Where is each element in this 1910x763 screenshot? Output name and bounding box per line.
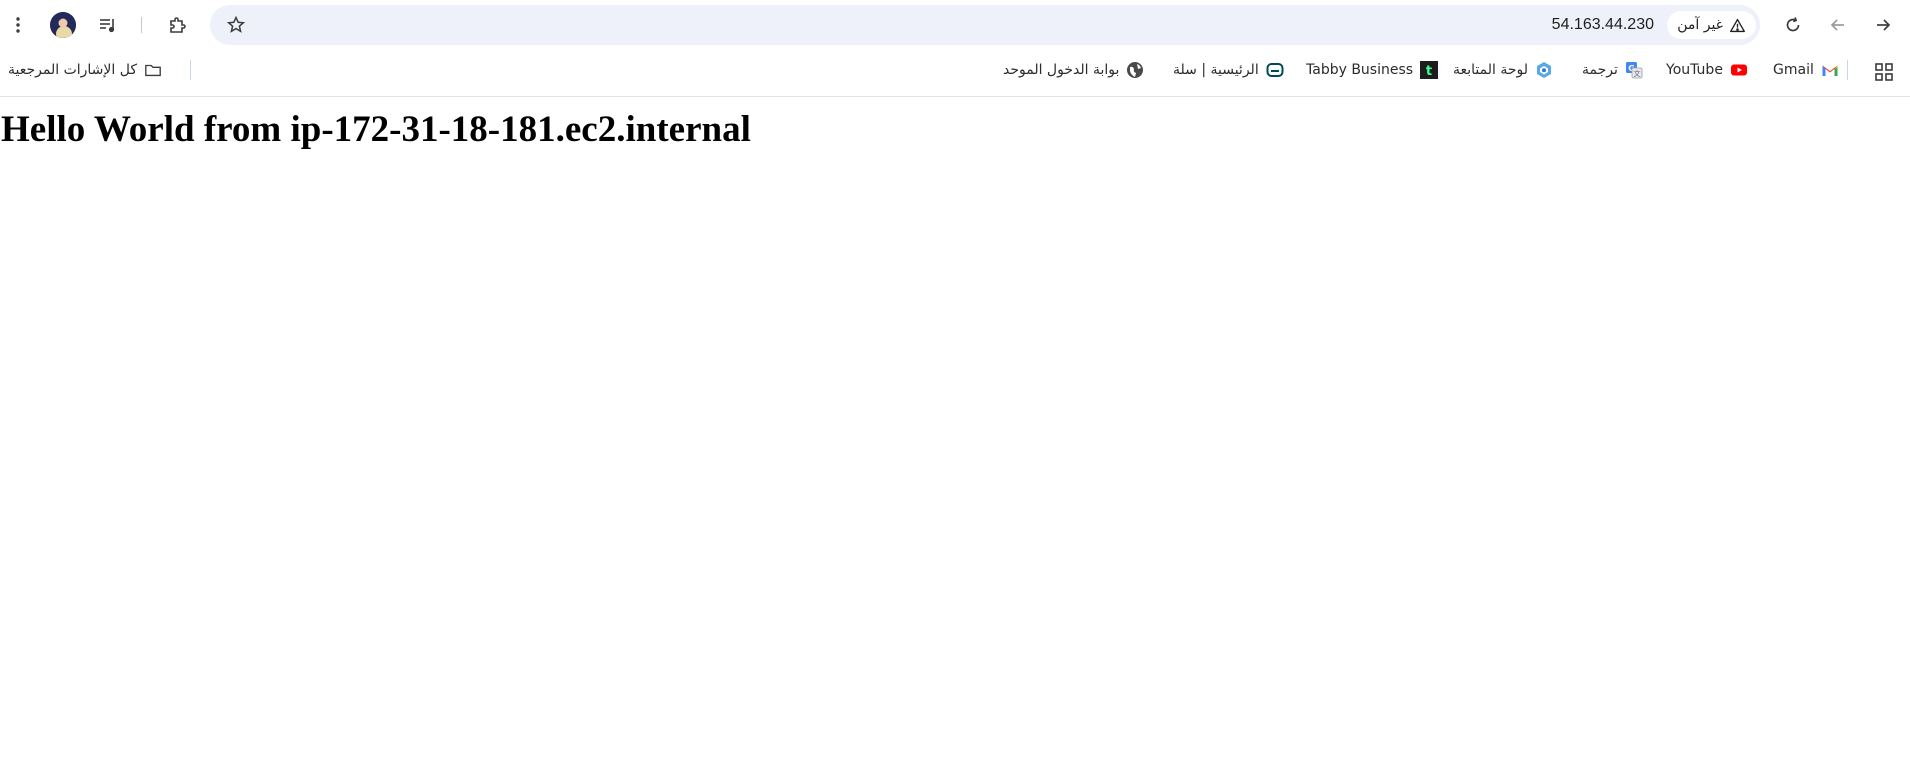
bookmark-gmail[interactable]: Gmail bbox=[1773, 60, 1839, 80]
bookmark-dashboard[interactable]: لوحة المتابعة bbox=[1453, 60, 1553, 80]
bookmark-label: Gmail bbox=[1773, 62, 1814, 78]
browser-chrome: 54.163.44.230 غير آمن كل الإشارات المرجع… bbox=[0, 0, 1910, 97]
bookmarks-divider bbox=[190, 60, 191, 80]
dashboard-logo-icon bbox=[1535, 61, 1553, 79]
bookmark-unified-login[interactable]: بوابة الدخول الموحد bbox=[1003, 60, 1144, 80]
bookmark-label: لوحة المتابعة bbox=[1453, 62, 1529, 78]
translate-icon: G文 bbox=[1625, 61, 1643, 79]
bookmark-salla[interactable]: الرئيسية | سلة bbox=[1173, 60, 1284, 80]
gmail-icon bbox=[1821, 61, 1839, 79]
media-controls-icon[interactable] bbox=[95, 12, 121, 38]
folder-icon bbox=[144, 61, 162, 79]
bookmarks-bar: كل الإشارات المرجعية بوابة الدخول الموحد… bbox=[0, 52, 1910, 88]
warning-icon bbox=[1730, 18, 1745, 32]
bookmark-translate[interactable]: G文 ترجمة bbox=[1582, 60, 1643, 80]
address-bar[interactable]: 54.163.44.230 غير آمن bbox=[210, 5, 1760, 45]
tabby-icon: t bbox=[1420, 61, 1439, 79]
back-arrow-icon[interactable] bbox=[1870, 12, 1896, 38]
bookmark-label: Tabby Business bbox=[1306, 62, 1414, 78]
bookmark-tabby[interactable]: t Tabby Business bbox=[1306, 60, 1439, 80]
bookmark-youtube[interactable]: YouTube bbox=[1666, 60, 1748, 80]
forward-arrow-icon bbox=[1825, 12, 1851, 38]
svg-text:文: 文 bbox=[1633, 69, 1640, 78]
profile-avatar[interactable] bbox=[50, 12, 76, 38]
extensions-icon[interactable] bbox=[164, 12, 190, 38]
url-text[interactable]: 54.163.44.230 bbox=[1552, 16, 1654, 34]
browser-toolbar: 54.163.44.230 غير آمن bbox=[0, 0, 1910, 50]
globe-icon bbox=[1126, 61, 1144, 79]
apps-grid-icon[interactable] bbox=[1874, 62, 1894, 82]
salla-icon bbox=[1266, 61, 1284, 79]
bookmarks-divider bbox=[1847, 60, 1848, 80]
bookmark-label: ترجمة bbox=[1582, 62, 1618, 78]
svg-text:t: t bbox=[1426, 64, 1432, 79]
bookmark-label: بوابة الدخول الموحد bbox=[1003, 62, 1120, 78]
all-bookmarks-folder[interactable]: كل الإشارات المرجعية bbox=[8, 60, 162, 80]
security-label: غير آمن bbox=[1677, 17, 1723, 33]
bookmark-star-icon[interactable] bbox=[226, 15, 246, 35]
more-menu-icon[interactable] bbox=[5, 12, 31, 38]
bookmark-label: YouTube bbox=[1666, 62, 1723, 78]
toolbar-divider bbox=[141, 17, 142, 33]
youtube-icon bbox=[1730, 61, 1748, 79]
security-chip[interactable]: غير آمن bbox=[1667, 11, 1756, 39]
page-heading: Hello World from ip-172-31-18-181.ec2.in… bbox=[1, 109, 751, 150]
reload-icon[interactable] bbox=[1780, 12, 1806, 38]
bookmark-label: الرئيسية | سلة bbox=[1173, 62, 1259, 78]
page-content: Hello World from ip-172-31-18-181.ec2.in… bbox=[0, 98, 1910, 151]
all-bookmarks-label: كل الإشارات المرجعية bbox=[8, 62, 137, 78]
